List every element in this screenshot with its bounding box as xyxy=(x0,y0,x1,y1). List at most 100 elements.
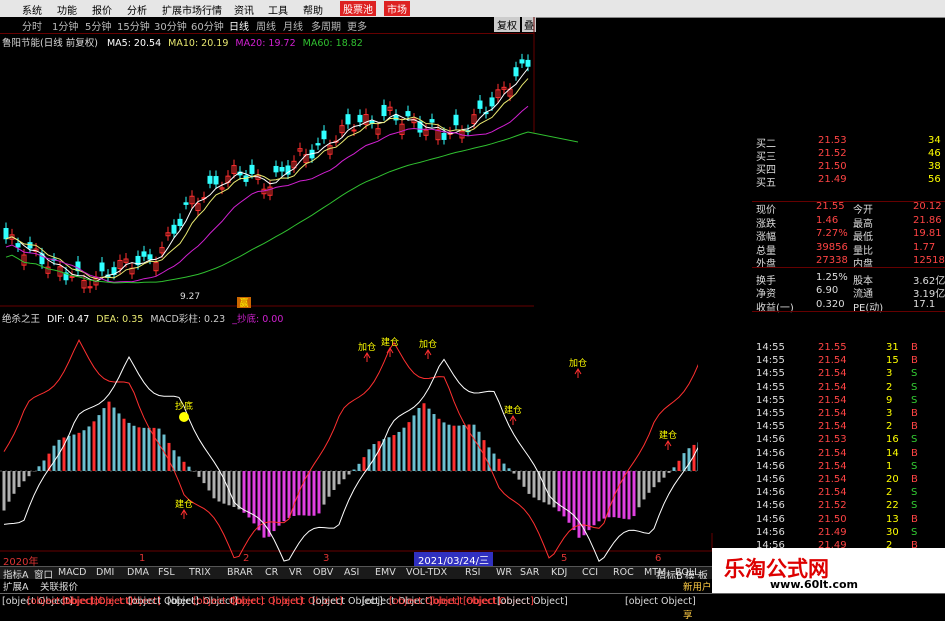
main-chart-title: 鲁阳节能(日线 前复权) MA5: 20.54 MA10: 20.19 MA20… xyxy=(2,35,363,49)
tick-price: 21.54 xyxy=(818,460,847,472)
indicator-tab[interactable]: OBV xyxy=(313,567,333,578)
candle xyxy=(489,97,495,107)
date-mark: 1 xyxy=(139,553,146,564)
arrow-icon xyxy=(664,440,672,450)
ma20-line xyxy=(5,105,529,283)
tick-volume: 22 xyxy=(886,500,899,512)
arrow-icon xyxy=(574,368,582,378)
bid-label: 买五 xyxy=(756,178,776,189)
tick-time: 14:55 xyxy=(756,408,785,419)
tick-price: 21.53 xyxy=(818,434,847,446)
indicator-tab[interactable]: EMV xyxy=(375,567,396,578)
stat-value: 6.90 xyxy=(816,285,839,296)
indicator-tab[interactable]: VR xyxy=(289,567,302,578)
tick-volume: 9 xyxy=(886,394,893,406)
indicator-tab[interactable]: VOL-TDX xyxy=(406,567,447,578)
tick-price: 21.54 xyxy=(818,474,847,485)
candle xyxy=(207,175,213,184)
add-label: 加仓 xyxy=(358,341,376,353)
indicator-tab[interactable]: CCI xyxy=(582,567,598,578)
build-label: 建仓 xyxy=(504,404,522,416)
related-quote-tab[interactable]: 关联报价 xyxy=(40,579,78,593)
arrow-icon xyxy=(424,349,432,359)
indicator-tab[interactable]: KDJ xyxy=(551,567,567,578)
ma5-label: MA5: 20.54 xyxy=(106,38,162,49)
indicator-tab[interactable]: WR xyxy=(496,567,512,578)
candle xyxy=(213,176,219,185)
stat-value: 12518 xyxy=(913,255,945,266)
indicator-tab[interactable]: ASI xyxy=(344,567,359,578)
tick-time: 14:55 xyxy=(756,394,785,406)
indicator-tab[interactable]: RSI xyxy=(465,567,480,578)
candle xyxy=(345,114,351,125)
stat-value: 39856 xyxy=(816,241,848,253)
candle xyxy=(99,262,105,272)
tick-time: 14:56 xyxy=(756,447,785,459)
tick-side: B xyxy=(911,408,918,419)
tick-price: 21.54 xyxy=(818,394,847,406)
tick-volume: 13 xyxy=(886,513,899,525)
candle xyxy=(15,243,21,248)
face-icon xyxy=(179,412,189,422)
tick-volume: 15 xyxy=(886,355,899,367)
candle xyxy=(183,202,189,205)
divider xyxy=(752,311,945,312)
date-mark: 5 xyxy=(561,553,568,564)
candle xyxy=(141,251,147,257)
divider xyxy=(752,201,945,202)
tick-time: 14:55 xyxy=(756,381,785,393)
tick-price: 21.55 xyxy=(818,342,847,353)
stat-value: 1.46 xyxy=(816,214,839,226)
candle xyxy=(393,114,399,121)
indicator-tab[interactable]: ROC xyxy=(613,567,634,578)
tick-volume: 3 xyxy=(886,408,893,419)
macd-label: MACD彩柱: 0.23 xyxy=(150,314,226,325)
tick-volume: 1 xyxy=(886,460,893,472)
indicator-tab[interactable]: DMI xyxy=(96,567,114,578)
tick-price: 21.50 xyxy=(818,513,847,525)
candle xyxy=(273,165,279,173)
candle xyxy=(321,130,327,140)
ma10-line xyxy=(5,78,529,280)
status-item: [object Object] xyxy=(497,596,568,607)
candle xyxy=(147,254,153,260)
indicator-tab[interactable]: MACD xyxy=(58,567,86,578)
tick-side: B xyxy=(911,355,918,367)
indicator-tab[interactable]: CR xyxy=(265,567,278,578)
extension-a-tab[interactable]: 扩展A xyxy=(3,579,29,593)
status-item: [object Object] xyxy=(625,596,696,607)
ma20-label: MA20: 19.72 xyxy=(235,38,296,49)
ma10-label: MA10: 20.19 xyxy=(168,38,229,49)
tick-side: B xyxy=(911,513,918,525)
indicator-tab[interactable]: SAR xyxy=(520,567,539,578)
stat-value: 7.27% xyxy=(816,228,848,239)
indicator-tab[interactable]: FSL xyxy=(158,567,175,578)
tick-price: 21.54 xyxy=(818,368,847,380)
stat-value: 21.55 xyxy=(816,201,845,212)
stat-value: 19.81 xyxy=(913,228,942,239)
tick-time: 14:56 xyxy=(756,474,785,485)
indicator-tab[interactable]: DMA xyxy=(127,567,149,578)
watermark: 乐淘公式网 www.60lt.com xyxy=(712,548,945,593)
quote-panel: 买二 21.53 34 买三 21.52 46 买四 21.50 38 买五 21.49 56 现价 21… xyxy=(698,133,945,577)
tick-side: B xyxy=(911,421,918,433)
build-label: 建仓 xyxy=(175,498,193,510)
tick-price: 21.54 xyxy=(818,447,847,459)
candle xyxy=(177,218,183,227)
bid-volume: 56 xyxy=(928,174,941,185)
bid-volume: 34 xyxy=(928,135,941,146)
bottom-pick-label: 抄底 xyxy=(175,400,193,412)
stat-value: 21.86 xyxy=(913,214,942,226)
divider xyxy=(752,267,945,268)
tick-side: S xyxy=(911,381,918,393)
candle xyxy=(249,164,255,174)
indicator-tab[interactable]: TRIX xyxy=(189,567,211,578)
tick-side: B xyxy=(911,447,918,459)
candle xyxy=(513,67,519,77)
tick-price: 21.54 xyxy=(818,408,847,419)
add-label: 加仓 xyxy=(419,338,437,350)
indicator-tab[interactable]: BRAR xyxy=(227,567,253,578)
tick-side: S xyxy=(911,368,918,380)
tick-time: 14:56 xyxy=(756,526,785,538)
indicator-title: 绝杀之王 DIF: 0.47 DEA: 0.35 MACD彩柱: 0.23 _抄… xyxy=(2,311,283,325)
